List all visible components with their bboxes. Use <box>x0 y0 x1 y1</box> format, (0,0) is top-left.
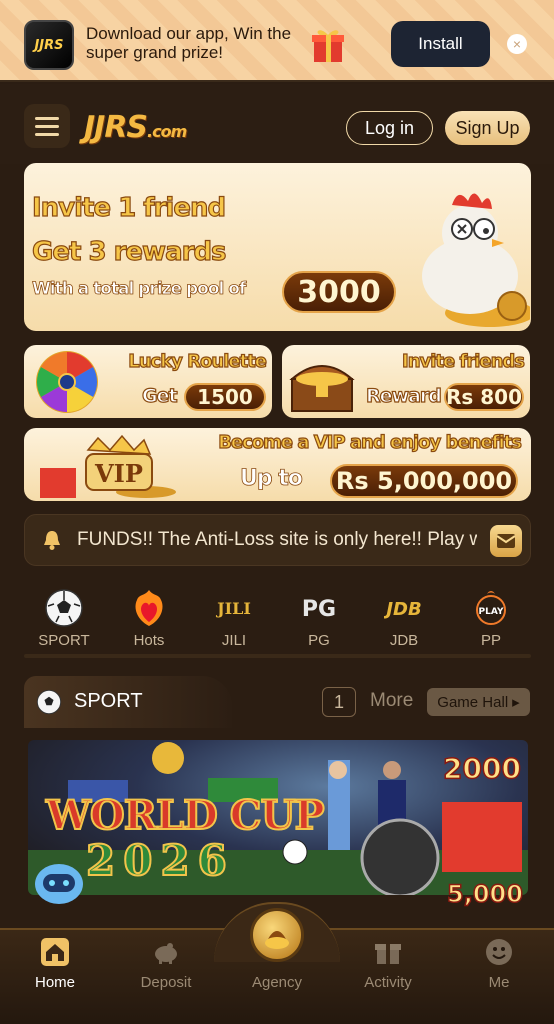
jdb-logo-icon: JDB <box>384 599 422 620</box>
world-cup-year: 2026 <box>85 835 235 886</box>
nav-label: Home <box>34 974 75 991</box>
promo-text: Download our app, Win the super grand pr… <box>86 24 292 62</box>
signup-button[interactable]: Sign Up <box>445 111 530 145</box>
nav-me[interactable]: Me <box>454 938 544 998</box>
category-label: SPORT <box>38 632 90 649</box>
category-pg[interactable]: PG PG <box>279 582 359 658</box>
login-button[interactable]: Log in <box>346 111 433 145</box>
app-logo: JJRS <box>24 20 74 70</box>
gift-icon <box>375 944 401 964</box>
top-header: JJRS.com Log in Sign Up <box>0 84 554 164</box>
nav-label: Me <box>488 974 510 991</box>
vip-badge-text: VIP <box>94 459 143 488</box>
lucky-roulette-card[interactable]: Lucky Roulette Get 1500 <box>24 345 272 418</box>
category-label: JILI <box>221 632 247 649</box>
hero-line-2: Get 3 rewards <box>31 236 227 267</box>
chicken-mascot-icon <box>422 193 530 327</box>
more-link[interactable]: More <box>370 690 413 712</box>
jili-logo-icon: JILI <box>215 599 251 618</box>
announcement-marquee[interactable]: FUNDS!! The Anti-Loss site is only here!… <box>24 514 531 566</box>
hero-line-1: Invite 1 friend <box>31 192 226 223</box>
svg-text:PLAY: PLAY <box>479 607 504 617</box>
roulette-label: Get <box>141 384 178 407</box>
game-hall-button[interactable]: Game Hall ▸ <box>427 688 530 716</box>
vip-title: Become a VIP and enjoy benefits <box>218 431 523 453</box>
invite-label: Reward <box>365 384 442 407</box>
support-robot-icon[interactable] <box>32 860 86 906</box>
roulette-title: Lucky Roulette <box>128 350 268 372</box>
smiley-face-icon <box>486 939 512 965</box>
category-jili[interactable]: JILI JILI <box>194 582 274 658</box>
install-button[interactable]: Install <box>391 21 490 67</box>
nav-label: Agency <box>251 974 303 991</box>
soccer-ball-icon <box>45 589 83 627</box>
svg-text:JILI: JILI <box>215 599 251 618</box>
section-title: SPORT <box>74 690 143 712</box>
category-hots[interactable]: Hots <box>109 582 189 658</box>
menu-icon[interactable] <box>24 104 70 148</box>
category-sport[interactable]: SPORT <box>24 582 104 658</box>
category-jdb[interactable]: JDB JDB <box>364 582 444 658</box>
announcement-text: FUNDS!! The Anti-Loss site is only here!… <box>77 529 477 550</box>
app-download-banner[interactable]: JJRS Download our app, Win the super gra… <box>0 0 554 82</box>
nav-agency[interactable]: Agency <box>232 938 322 998</box>
roulette-wheel-icon <box>36 351 98 413</box>
nav-label: Deposit <box>140 974 192 991</box>
roulette-amount: 1500 <box>184 383 266 411</box>
invite-amount: Rs 800 <box>444 383 524 411</box>
vip-benefits-banner[interactable]: VIP Become a VIP and enjoy benefits Up t… <box>24 428 531 501</box>
close-icon[interactable]: × <box>507 34 527 54</box>
mail-icon[interactable] <box>490 525 522 557</box>
hero-prize-amount: 3000 <box>282 271 396 313</box>
category-label: PG <box>308 632 330 649</box>
invite-friends-card[interactable]: Invite friends Reward Rs 800 <box>282 345 530 418</box>
section-tab-sport: SPORT <box>24 676 232 728</box>
site-logo[interactable]: JJRS.com <box>84 110 187 145</box>
invite-friend-banner[interactable]: Invite 1 friend Get 3 rewards With a tot… <box>24 163 531 331</box>
svg-text:JDB: JDB <box>384 599 422 620</box>
treasure-chest-icon <box>289 365 355 412</box>
nav-deposit[interactable]: Deposit <box>121 938 211 998</box>
bell-icon <box>44 531 60 550</box>
home-icon <box>41 938 69 966</box>
category-divider <box>24 654 531 658</box>
vip-label: Up to <box>240 466 304 492</box>
nav-home[interactable]: Home <box>10 938 100 998</box>
category-pp[interactable]: PLAY PP <box>451 582 531 658</box>
invite-title: Invite friends <box>401 350 525 372</box>
svg-text:PG: PG <box>302 597 336 622</box>
category-label: Hots <box>133 632 165 649</box>
page-indicator: 1 <box>322 687 356 717</box>
nav-label: Activity <box>364 974 412 991</box>
category-label: PP <box>480 632 501 649</box>
bonus-badge-5000: 5,000 <box>446 879 523 909</box>
piggy-bank-icon <box>155 943 177 964</box>
flame-heart-icon <box>135 590 163 626</box>
pg-logo-icon: PG <box>302 597 336 622</box>
pp-play-icon: PLAY <box>476 591 506 625</box>
game-category-bar: SPORT Hots JILI JILI PG PG JDB JDB PLAY … <box>24 582 531 658</box>
vip-crown-icon: VIP <box>40 434 176 498</box>
bonus-badge-2000: 2000 <box>442 751 521 786</box>
vip-amount: Rs 5,000,000 <box>330 464 518 498</box>
nav-activity[interactable]: Activity <box>343 938 433 998</box>
hero-line-3: With a total prize pool of <box>32 279 247 300</box>
gift-icon <box>312 30 344 62</box>
soccer-ball-icon <box>36 689 62 715</box>
category-label: JDB <box>389 632 419 649</box>
world-cup-title: WORLD CUP <box>45 791 326 840</box>
